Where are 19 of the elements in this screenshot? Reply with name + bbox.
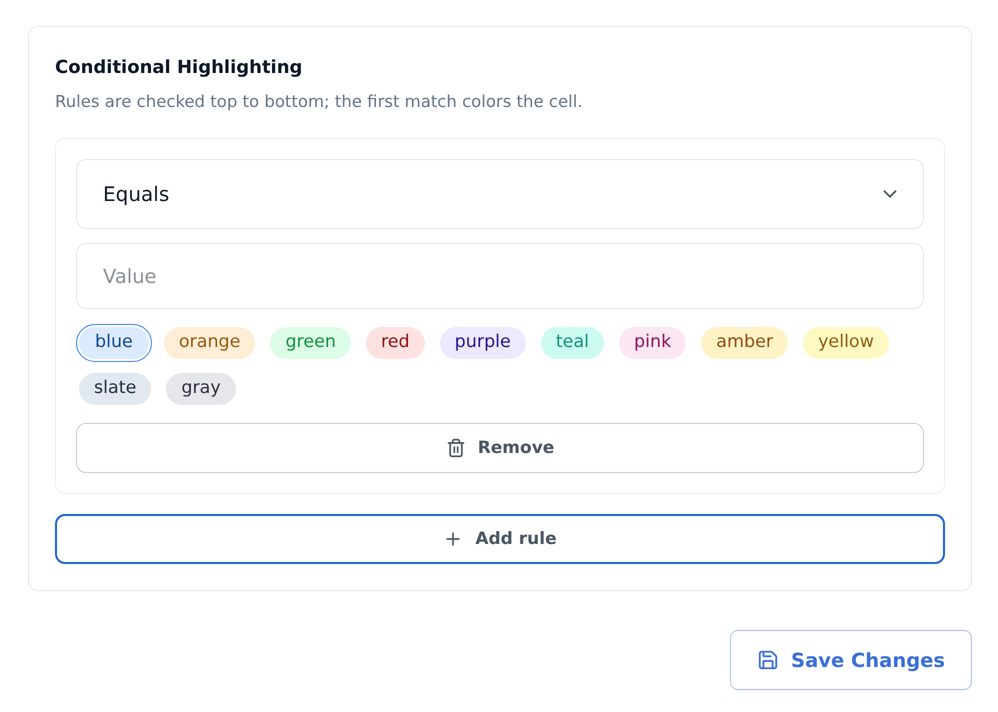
color-chip[interactable]: pink (619, 327, 686, 359)
trash-icon (446, 438, 466, 458)
color-chip[interactable]: gray (166, 373, 236, 405)
color-chip[interactable]: green (270, 327, 351, 359)
color-chip[interactable]: amber (701, 327, 788, 359)
color-chip[interactable]: slate (79, 373, 152, 405)
save-icon (757, 649, 780, 671)
color-chip[interactable]: red (366, 327, 425, 359)
section-title: Conditional Highlighting (55, 56, 302, 80)
color-chip[interactable]: yellow (803, 327, 889, 359)
color-chip[interactable]: blue (76, 324, 152, 362)
remove-button[interactable]: Remove (76, 423, 924, 473)
section-description: Rules are checked top to bottom; the first match colors the cell. (55, 91, 583, 113)
color-chip[interactable]: orange (164, 327, 256, 359)
value-input[interactable]: Value (76, 243, 924, 309)
add-rule-button[interactable]: Add rule (55, 514, 945, 564)
save-changes-button[interactable]: Save Changes (730, 630, 972, 690)
color-chip[interactable]: purple (440, 327, 526, 359)
operator-select[interactable]: Equals (76, 159, 924, 229)
